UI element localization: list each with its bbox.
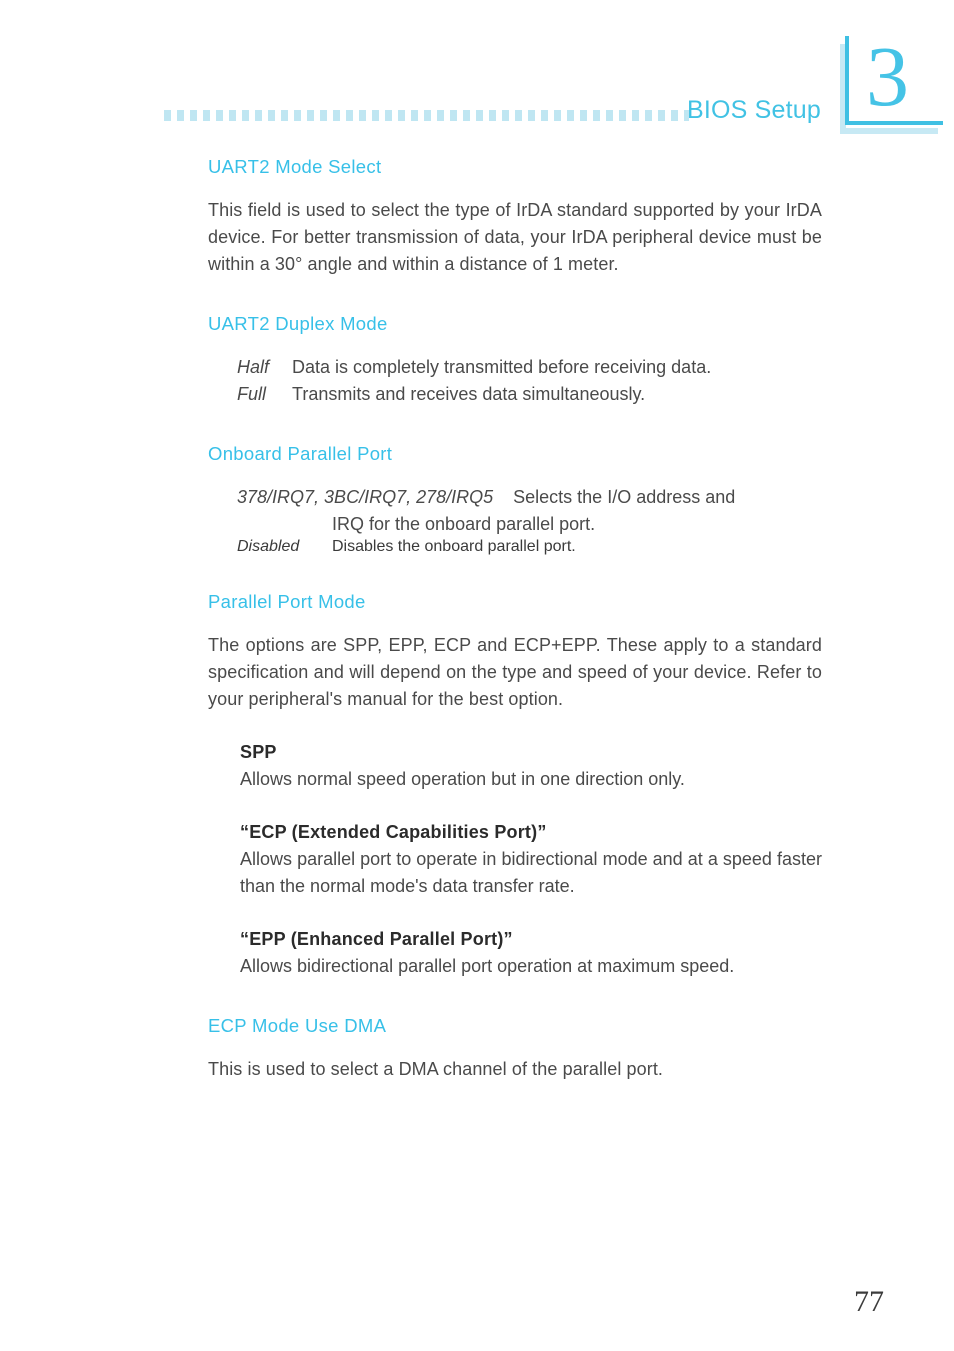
- mode-desc-epp: Allows bidirectional parallel port opera…: [240, 956, 735, 976]
- port-term-io-addresses: 378/IRQ7, 3BC/IRQ7, 278/IRQ5: [237, 487, 494, 507]
- document-page: BIOS Setup 3 UART2 Mode Select This fiel…: [0, 0, 954, 1351]
- port-desc-disabled: Disables the onboard parallel port.: [332, 538, 576, 555]
- mode-desc-spp: Allows normal speed operation but in one…: [240, 769, 685, 789]
- chapter-bracket-vertical: [845, 36, 849, 124]
- duplex-desc-full: Transmits and receives data simultaneous…: [292, 384, 646, 404]
- list-item: Full Transmits and receives data simulta…: [237, 381, 822, 408]
- mode-title-epp: “EPP (Enhanced Parallel Port)”: [240, 929, 513, 949]
- mode-title-spp: SPP: [240, 742, 277, 762]
- duplex-desc-half: Data is completely transmitted before re…: [292, 357, 712, 377]
- heading-uart2-mode-select: UART2 Mode Select: [208, 156, 382, 177]
- chapter-number: 3: [866, 28, 909, 124]
- content-column: UART2 Mode Select This field is used to …: [208, 155, 822, 1083]
- heading-uart2-duplex-mode: UART2 Duplex Mode: [208, 313, 388, 334]
- mode-block-spp: SPP Allows normal speed operation but in…: [208, 739, 822, 793]
- list-onboard-parallel-port: 378/IRQ7, 3BC/IRQ7, 278/IRQ5 Selects the…: [208, 484, 822, 556]
- list-uart2-duplex-mode: Half Data is completely transmitted befo…: [208, 354, 822, 408]
- chapter-bracket-shadow-horizontal: [840, 128, 938, 134]
- port-io-lead: 378/IRQ7, 3BC/IRQ7, 278/IRQ5 Selects the…: [237, 484, 822, 511]
- duplex-term-full: Full: [237, 384, 267, 404]
- mode-block-epp: “EPP (Enhanced Parallel Port)” Allows bi…: [208, 926, 822, 980]
- heading-parallel-port-mode: Parallel Port Mode: [208, 591, 366, 612]
- list-item: 378/IRQ7, 3BC/IRQ7, 278/IRQ5 Selects the…: [237, 484, 822, 538]
- list-item: Half Data is completely transmitted befo…: [237, 354, 822, 381]
- port-desc-io-line1: Selects the I/O address and: [513, 487, 736, 507]
- header-title: BIOS Setup: [686, 96, 821, 124]
- paragraph-ecp-mode-use-dma: This is used to select a DMA channel of …: [208, 1059, 664, 1079]
- mode-block-ecp: “ECP (Extended Capabilities Port)” Allow…: [208, 819, 822, 900]
- duplex-term-half: Half: [237, 357, 270, 377]
- port-desc-io-line2: IRQ for the onboard parallel port.: [332, 514, 596, 534]
- header-dotted-rule: [164, 110, 689, 121]
- list-item: Disabled Disables the onboard parallel p…: [237, 538, 822, 556]
- mode-desc-ecp: Allows parallel port to operate in bidir…: [240, 849, 822, 896]
- paragraph-parallel-port-mode: The options are SPP, EPP, ECP and ECP+EP…: [208, 635, 822, 709]
- port-term-disabled: Disabled: [237, 538, 300, 555]
- heading-onboard-parallel-port: Onboard Parallel Port: [208, 443, 393, 464]
- page-number: 77: [854, 1285, 884, 1318]
- chapter-marker: 3: [840, 28, 946, 134]
- heading-ecp-mode-use-dma: ECP Mode Use DMA: [208, 1015, 387, 1036]
- page-header: BIOS Setup 3: [0, 0, 954, 145]
- paragraph-uart2-mode-select: This field is used to select the type of…: [208, 200, 822, 274]
- mode-title-ecp: “ECP (Extended Capabilities Port)”: [240, 822, 547, 842]
